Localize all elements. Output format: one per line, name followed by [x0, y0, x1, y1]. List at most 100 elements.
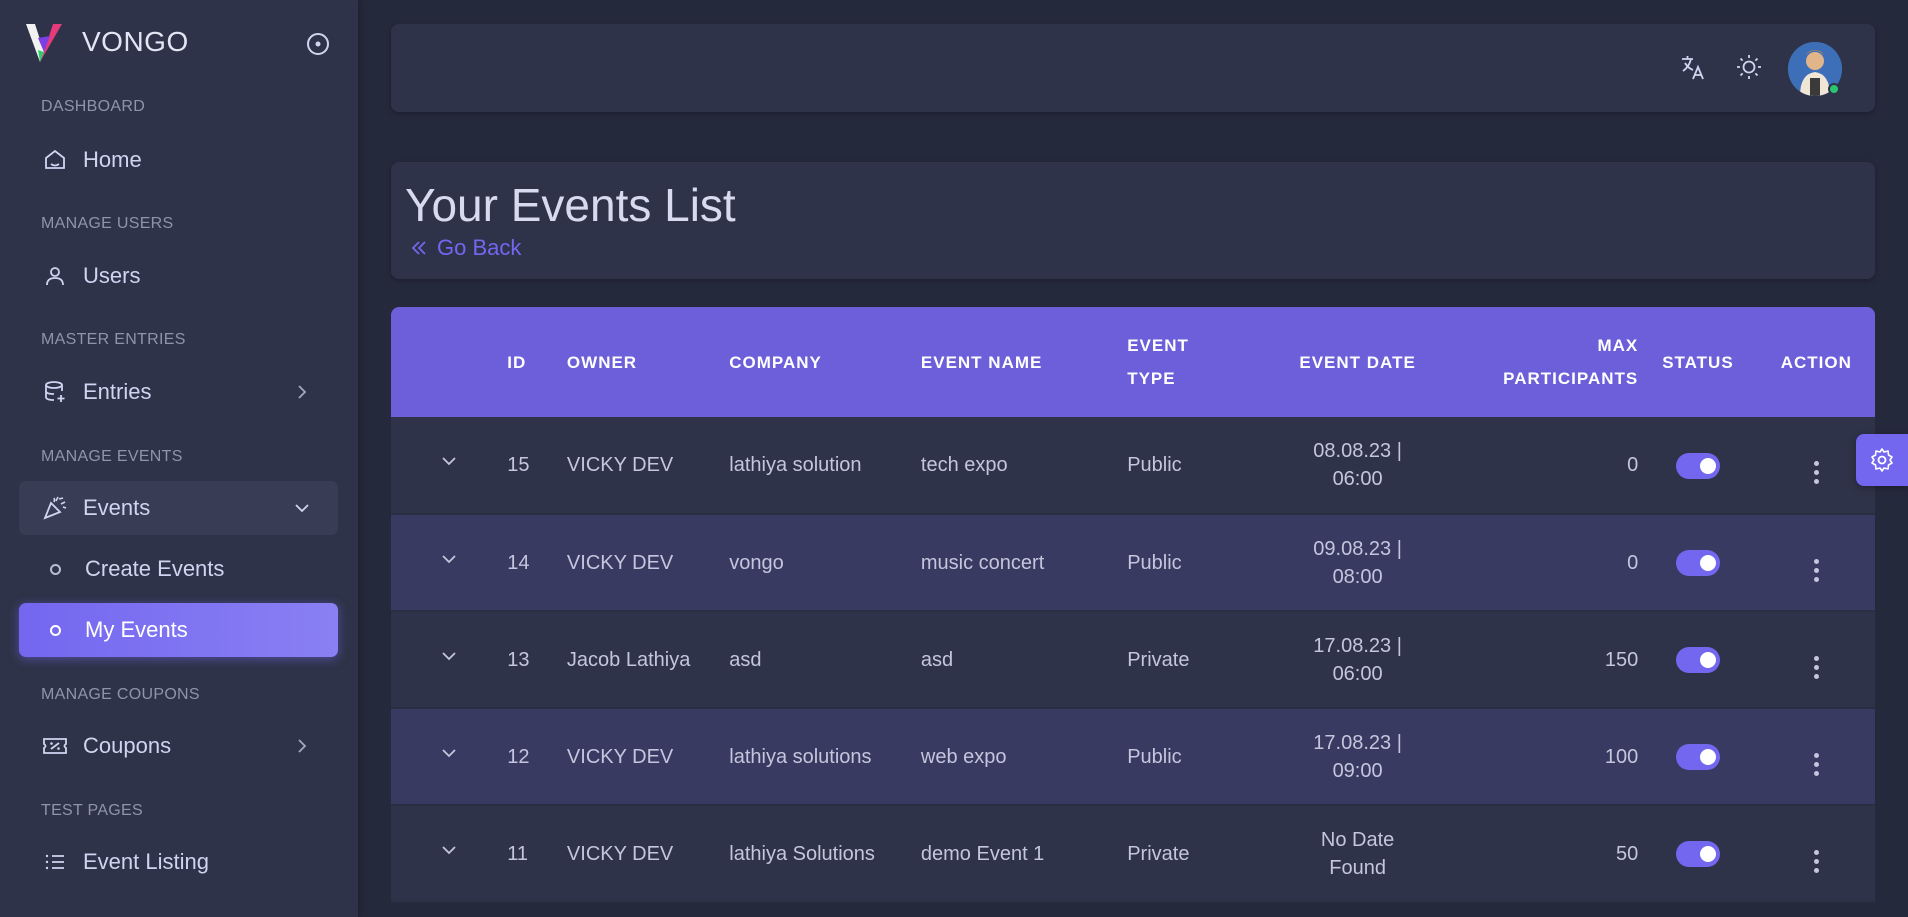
- cell-event-type: Public: [1127, 417, 1262, 515]
- status-toggle[interactable]: [1675, 550, 1720, 577]
- cell-status: [1638, 417, 1758, 515]
- cell-event-type: Public: [1127, 708, 1262, 806]
- cell-event-type: Private: [1127, 805, 1262, 903]
- cell-company: lathiya Solutions: [729, 805, 921, 903]
- events-table-container: ID OWNER COMPANY EVENT NAME EVENT TYPE EV…: [391, 307, 1875, 917]
- col-status[interactable]: STATUS: [1638, 307, 1757, 417]
- cell-id: 15: [507, 417, 567, 515]
- cell-id: 11: [507, 805, 567, 903]
- event-date-line-1: 17.08.23 |: [1313, 731, 1402, 754]
- translate-icon[interactable]: [1678, 52, 1708, 82]
- events-table: ID OWNER COMPANY EVENT NAME EVENT TYPE EV…: [391, 307, 1875, 903]
- chevron-down-icon[interactable]: [439, 840, 459, 860]
- more-vertical-icon[interactable]: [1813, 461, 1819, 484]
- status-toggle[interactable]: [1675, 841, 1720, 868]
- sidebar-item-event-listing[interactable]: Event Listing: [19, 835, 338, 889]
- cell-action: [1757, 611, 1875, 709]
- col-owner[interactable]: OWNER: [567, 307, 729, 417]
- status-toggle[interactable]: [1675, 744, 1720, 771]
- table-row[interactable]: 12 VICKY DEV lathiya solutions web expo Publ…: [391, 708, 1875, 806]
- sidebar-item-label: My Events: [85, 617, 188, 642]
- col-event-name-label: EVENT NAME: [920, 352, 1043, 372]
- chevrons-left-icon: [411, 241, 426, 255]
- page-title: Your Events List: [405, 179, 736, 231]
- row-expand-cell[interactable]: [391, 805, 508, 903]
- cell-action: [1757, 514, 1875, 612]
- gear-icon: [1871, 448, 1893, 472]
- more-vertical-icon[interactable]: [1813, 849, 1819, 873]
- sidebar-item-events[interactable]: Events: [19, 481, 338, 535]
- cell-event-date: 09.08.23 | 08:00: [1261, 514, 1454, 612]
- row-expand-cell[interactable]: [391, 708, 508, 806]
- more-vertical-icon[interactable]: [1813, 655, 1819, 679]
- cell-max-participants: 0: [1453, 417, 1639, 515]
- sun-icon[interactable]: [1734, 52, 1764, 82]
- cell-event-date: 17.08.23 | 06:00: [1261, 611, 1454, 709]
- cell-event-date: 17.08.23 | 09:00: [1261, 708, 1454, 806]
- status-toggle[interactable]: [1675, 647, 1720, 674]
- row-expand-cell[interactable]: [391, 514, 508, 612]
- brand[interactable]: VONGO: [26, 22, 189, 62]
- sidebar-item-label: Users: [83, 263, 141, 288]
- sidebar-item-users[interactable]: Users: [19, 249, 338, 303]
- cell-company: vongo: [729, 514, 921, 612]
- cell-company: lathiya solution: [729, 417, 921, 515]
- cell-id: 13: [507, 611, 567, 709]
- sidebar-item-home[interactable]: Home: [19, 133, 338, 187]
- col-id-label: ID: [507, 352, 527, 372]
- chevron-down-icon[interactable]: [439, 646, 459, 666]
- cell-action: [1757, 805, 1875, 903]
- cell-event-date: No Date Found: [1261, 805, 1454, 903]
- menu-header-test-pages: TEST PAGES: [41, 802, 143, 819]
- col-company[interactable]: COMPANY: [729, 307, 921, 417]
- brand-logo-icon: [26, 24, 62, 62]
- col-id[interactable]: ID: [507, 307, 567, 417]
- event-date-line-1: 08.08.23 |: [1313, 440, 1402, 462]
- go-back-link[interactable]: Go Back: [409, 235, 521, 261]
- sidebar-item-label: Create Events: [85, 556, 225, 581]
- chevron-down-icon[interactable]: [439, 451, 459, 471]
- cell-status: [1638, 514, 1758, 612]
- col-event-type[interactable]: EVENT TYPE: [1127, 307, 1261, 417]
- sidebar-item-create-events[interactable]: Create Events: [19, 542, 338, 596]
- more-vertical-icon[interactable]: [1813, 752, 1819, 776]
- menu-header-manage-events: MANAGE EVENTS: [41, 448, 183, 465]
- status-toggle[interactable]: [1675, 452, 1720, 479]
- col-expand: [391, 307, 507, 417]
- col-event-date-label: EVENT DATE: [1299, 352, 1416, 372]
- table-header-row: ID OWNER COMPANY EVENT NAME EVENT TYPE EV…: [391, 307, 1875, 417]
- page-header-card: Your Events List Go Back: [391, 162, 1875, 279]
- row-expand-cell[interactable]: [391, 611, 508, 709]
- col-event-date[interactable]: EVENT DATE: [1261, 307, 1454, 417]
- sidebar-item-entries[interactable]: Entries: [19, 365, 338, 419]
- table-row[interactable]: 11 VICKY DEV lathiya Solutions demo Event 1…: [391, 805, 1875, 903]
- table-row[interactable]: 14 VICKY DEV vongo music concert Public 09.08…: [391, 514, 1875, 612]
- menu-header-manage-coupons: MANAGE COUPONS: [41, 686, 200, 703]
- event-date-line-2: 06:00: [1332, 468, 1383, 490]
- event-date-line-1: 09.08.23 |: [1313, 537, 1402, 560]
- col-event-name[interactable]: EVENT NAME: [921, 307, 1127, 417]
- cell-owner: VICKY DEV: [566, 708, 730, 806]
- coupon-icon: [41, 732, 69, 760]
- event-date-line-2: Found: [1329, 856, 1386, 879]
- row-expand-cell[interactable]: [391, 417, 508, 515]
- table-row[interactable]: 15 VICKY DEV lathiya solution tech expo Publ…: [391, 417, 1875, 515]
- col-max-participants[interactable]: MAX PARTICIPANTS: [1454, 307, 1638, 417]
- cell-event-name: music concert: [920, 514, 1128, 612]
- more-vertical-icon[interactable]: [1813, 558, 1819, 582]
- top-navbar: [391, 24, 1875, 112]
- cell-status: [1638, 805, 1758, 903]
- sidebar-item-my-events[interactable]: My Events: [19, 603, 338, 657]
- chevron-down-icon[interactable]: [439, 743, 459, 763]
- user-icon: [41, 262, 69, 290]
- sidebar: VONGO DASHBOARD Home MANAGE USERS Users …: [0, 0, 358, 917]
- table-row[interactable]: 13 Jacob Lathiya asd asd Private 17.08.23 | 06…: [391, 611, 1875, 709]
- menu-header-dashboard: DASHBOARD: [41, 98, 146, 115]
- cell-max-participants: 150: [1453, 611, 1639, 709]
- customizer-button[interactable]: [1856, 434, 1908, 486]
- go-back-label: Go Back: [437, 235, 522, 260]
- col-company-label: COMPANY: [729, 352, 822, 372]
- chevron-down-icon[interactable]: [439, 549, 459, 569]
- circle-dot-icon[interactable]: [306, 32, 330, 56]
- sidebar-item-coupons[interactable]: Coupons: [19, 719, 338, 773]
